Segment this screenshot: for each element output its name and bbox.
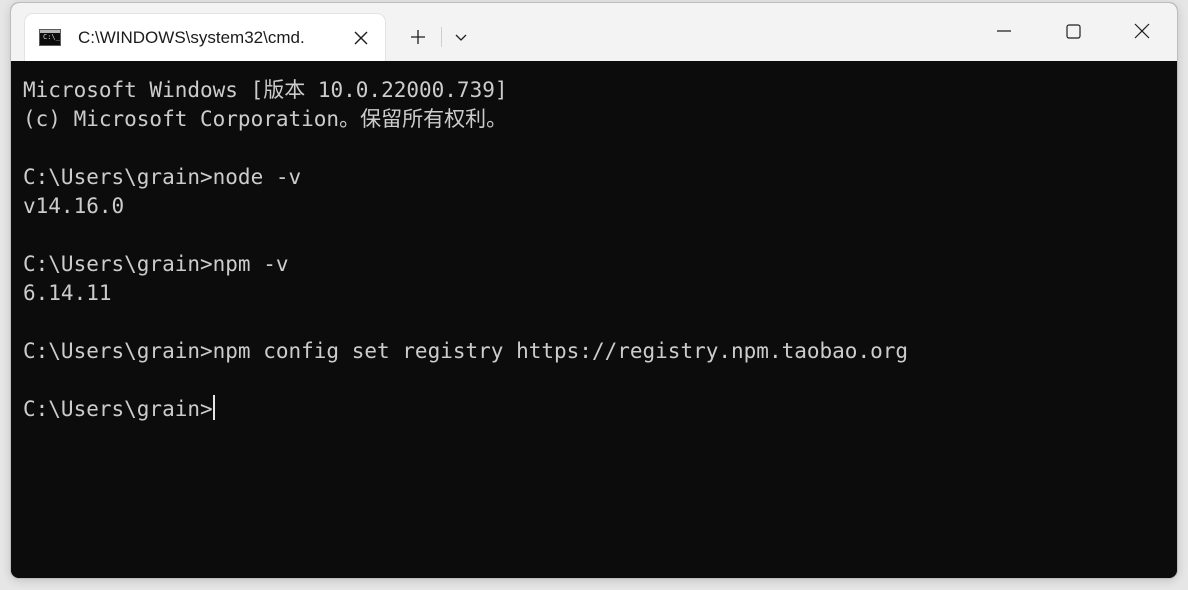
terminal-line: v14.16.0 [23, 194, 125, 218]
terminal-window: C:\_ C:\WINDOWS\system32\cmd. Microsoft … [11, 3, 1177, 578]
terminal-line: 6.14.11 [23, 281, 112, 305]
chevron-down-icon [455, 34, 467, 41]
minimize-button[interactable] [972, 3, 1036, 55]
terminal-line: (c) Microsoft Corporation。保留所有权利。 [23, 107, 508, 131]
tab-close-button[interactable] [347, 25, 375, 51]
minimize-icon [997, 30, 1011, 32]
titlebar-divider [441, 27, 442, 47]
title-bar[interactable]: C:\_ C:\WINDOWS\system32\cmd. [11, 3, 1177, 61]
tab-title: C:\WINDOWS\system32\cmd. [78, 28, 305, 47]
terminal-line: C:\Users\grain>node -v [23, 165, 302, 189]
terminal-line: C:\Users\grain>npm config set registry h… [23, 339, 909, 363]
tab-cmd[interactable]: C:\_ C:\WINDOWS\system32\cmd. [25, 14, 385, 61]
terminal-lines: Microsoft Windows [版本 10.0.22000.739] (c… [23, 76, 908, 424]
terminal-output[interactable]: Microsoft Windows [版本 10.0.22000.739] (c… [11, 61, 1177, 578]
terminal-line: C:\Users\grain>npm -v [23, 252, 289, 276]
plus-icon [411, 30, 425, 44]
terminal-line: Microsoft Windows [版本 10.0.22000.739] [23, 78, 508, 102]
close-window-button[interactable] [1110, 3, 1174, 55]
terminal-prompt-line[interactable]: C:\Users\grain> [23, 395, 908, 424]
cmd-icon-prompt: C:\_ [43, 33, 60, 41]
close-icon [354, 31, 368, 45]
new-tab-button[interactable] [403, 22, 433, 52]
maximize-icon [1066, 24, 1081, 39]
tab-dropdown-button[interactable] [448, 22, 474, 52]
maximize-button[interactable] [1041, 3, 1105, 55]
close-icon [1134, 23, 1150, 39]
text-cursor [212, 395, 215, 420]
terminal-prompt: C:\Users\grain> [23, 397, 213, 421]
cmd-icon: C:\_ [39, 29, 61, 46]
